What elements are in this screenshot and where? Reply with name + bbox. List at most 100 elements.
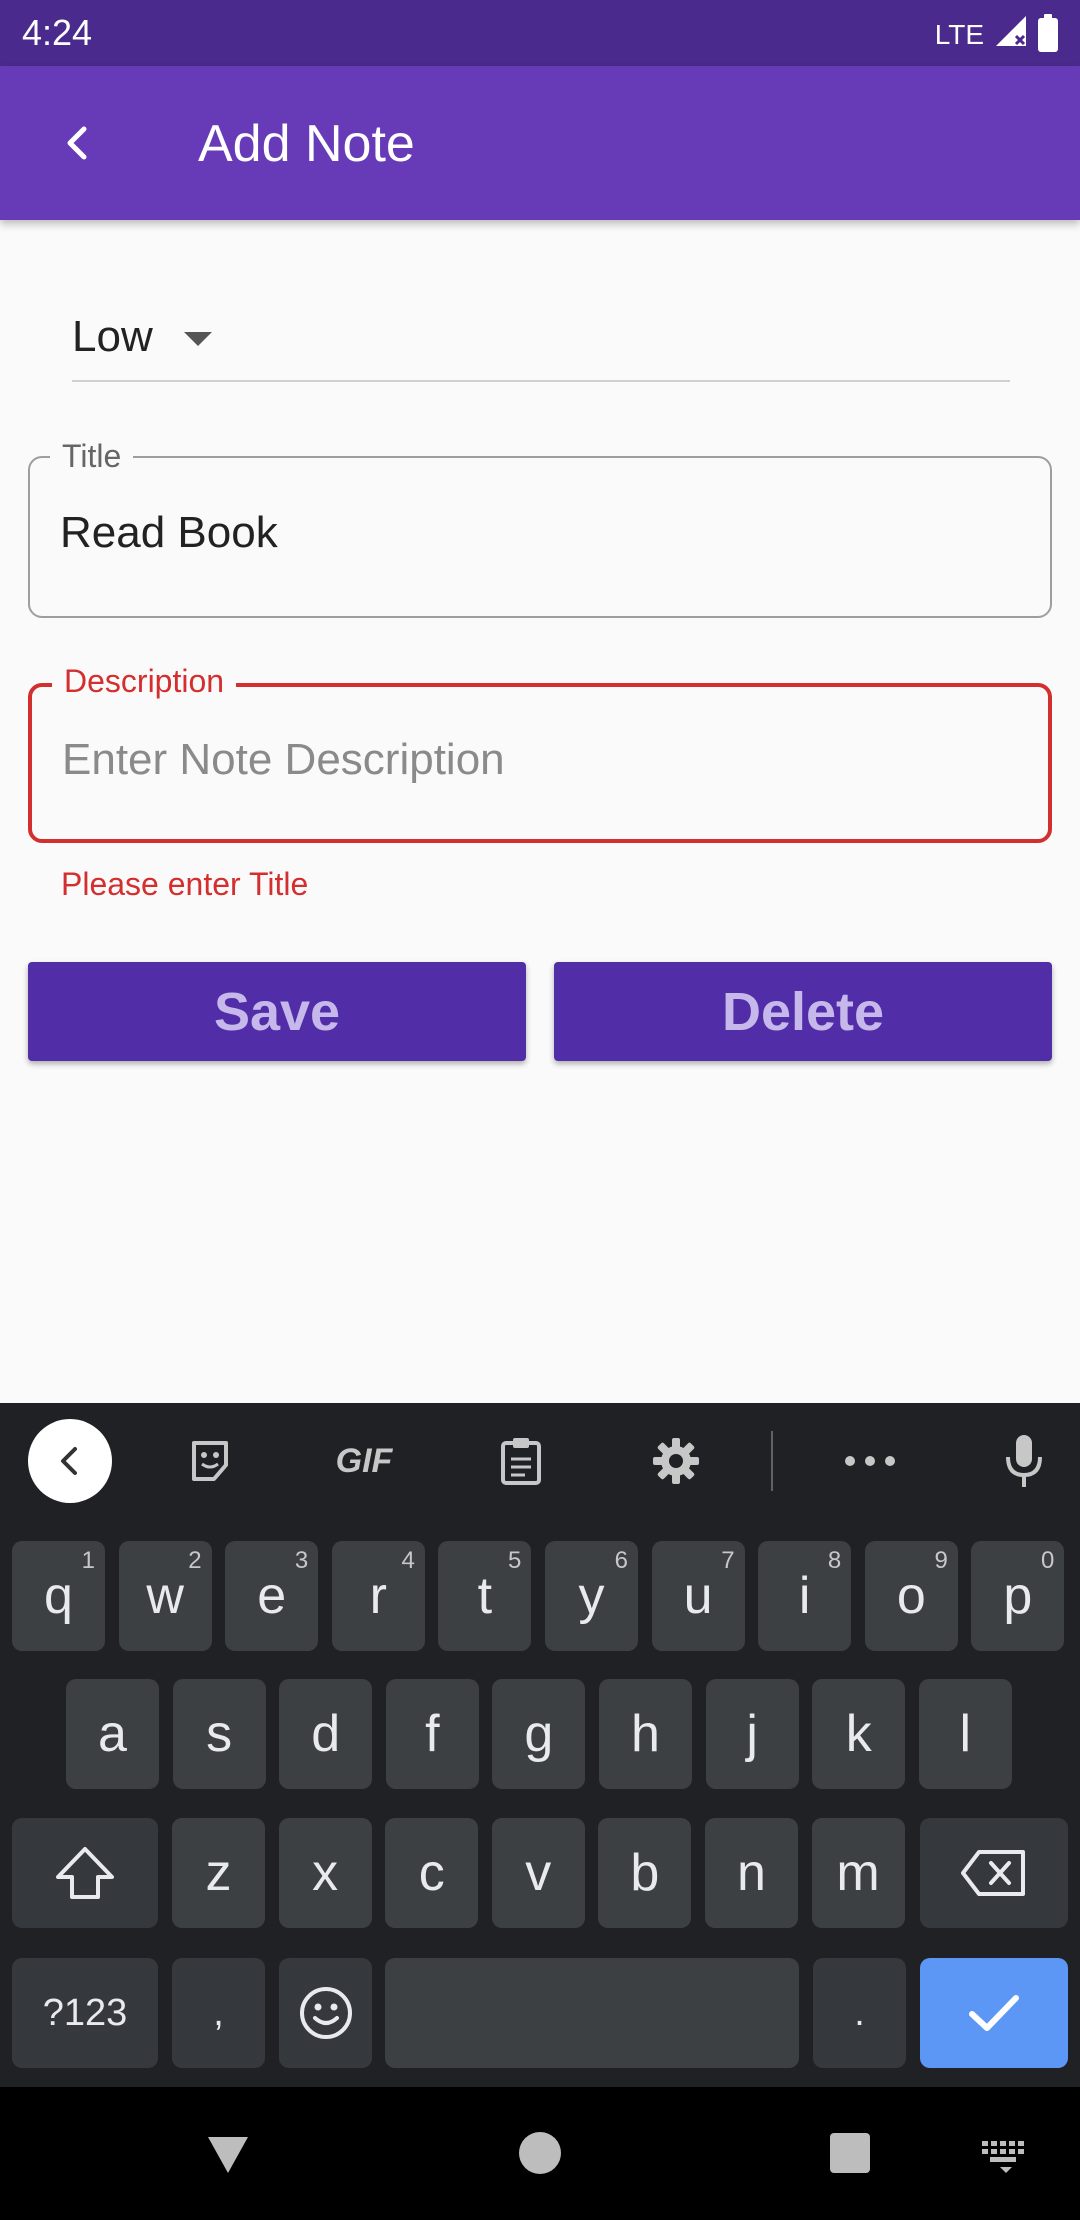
clipboard-button[interactable] <box>479 1419 563 1503</box>
key-p-label: p <box>1003 1567 1033 1625</box>
key-f-label: f <box>425 1705 440 1763</box>
comma-key[interactable]: , <box>172 1958 265 2068</box>
sticker-button[interactable] <box>168 1419 252 1503</box>
nav-home-button[interactable] <box>510 2123 570 2183</box>
save-button[interactable]: Save <box>28 962 526 1061</box>
emoji-key[interactable] <box>279 1958 372 2068</box>
key-b-label: b <box>630 1844 660 1902</box>
key-k-label: k <box>845 1705 872 1763</box>
key-j-label: j <box>746 1705 758 1763</box>
more-button[interactable] <box>828 1419 912 1503</box>
navigation-bar <box>0 2087 1080 2220</box>
status-bar: 4:24 LTE <box>0 0 1080 66</box>
period-key-label: . <box>854 1991 865 2034</box>
key-x-label: x <box>312 1844 339 1902</box>
shift-key[interactable] <box>12 1818 158 1928</box>
space-key[interactable] <box>385 1958 799 2068</box>
key-h-label: h <box>631 1705 660 1763</box>
key-y[interactable]: y6 <box>545 1541 638 1651</box>
key-k[interactable]: k <box>812 1679 906 1789</box>
done-key[interactable] <box>920 1958 1068 2068</box>
sticker-icon <box>192 1441 228 1481</box>
title-input[interactable] <box>60 508 1000 558</box>
key-w-label: w <box>146 1567 184 1625</box>
keyboard: GIF q1w2e3r4t5y6u7i8o9p0asdfghjklzxcvbnm… <box>0 1403 1080 2087</box>
key-i[interactable]: i8 <box>758 1541 852 1651</box>
back-arrow-icon <box>67 126 87 160</box>
priority-dropdown[interactable]: Low <box>72 300 1010 382</box>
nav-back-button[interactable] <box>198 2123 258 2183</box>
key-x[interactable]: x <box>278 1818 372 1928</box>
key-u-label: u <box>683 1567 713 1625</box>
key-o-hint: 9 <box>934 1547 948 1574</box>
title-field-label: Title <box>50 438 134 475</box>
key-l[interactable]: l <box>918 1679 1012 1789</box>
key-q-hint: 1 <box>81 1547 95 1574</box>
key-o-label: o <box>896 1567 926 1625</box>
key-n-label: n <box>737 1844 766 1902</box>
key-e-hint: 3 <box>294 1547 309 1574</box>
key-q-label: q <box>44 1567 73 1625</box>
backspace-key[interactable] <box>920 1818 1068 1928</box>
key-h[interactable]: h <box>599 1679 692 1789</box>
key-d[interactable]: d <box>279 1679 373 1789</box>
key-s[interactable]: s <box>172 1679 266 1789</box>
key-z-label: z <box>205 1844 232 1902</box>
key-m[interactable]: m <box>811 1818 905 1928</box>
key-j[interactable]: j <box>705 1679 799 1789</box>
key-r-hint: 4 <box>401 1547 415 1574</box>
emoji-icon <box>299 1987 352 2039</box>
battery-icon <box>1038 13 1058 52</box>
nav-home-icon <box>519 2132 561 2174</box>
key-e[interactable]: e3 <box>225 1541 319 1651</box>
clipboard-icon <box>501 1438 541 1485</box>
key-w[interactable]: w2 <box>118 1541 212 1651</box>
key-r[interactable]: r4 <box>331 1541 425 1651</box>
key-f[interactable]: f <box>385 1679 479 1789</box>
key-g[interactable]: g <box>492 1679 586 1789</box>
nav-recents-button[interactable] <box>820 2123 880 2183</box>
dropdown-caret-icon <box>184 332 212 346</box>
key-t[interactable]: t5 <box>438 1541 532 1651</box>
key-s-label: s <box>206 1705 233 1763</box>
key-u[interactable]: u7 <box>651 1541 745 1651</box>
priority-value: Low <box>72 312 153 361</box>
description-field-label: Description <box>52 663 237 700</box>
key-t-hint: 5 <box>508 1547 522 1574</box>
key-g-label: g <box>524 1705 554 1763</box>
voice-input-button[interactable] <box>982 1419 1066 1503</box>
back-button[interactable] <box>46 111 110 175</box>
key-i-hint: 8 <box>827 1547 842 1574</box>
key-p[interactable]: p0 <box>971 1541 1065 1651</box>
keyboard-switch-button[interactable] <box>976 2123 1036 2183</box>
title-field[interactable]: Title <box>28 438 1052 618</box>
key-c[interactable]: c <box>385 1818 479 1928</box>
key-b[interactable]: b <box>598 1818 692 1928</box>
keyboard-collapse-button[interactable] <box>28 1419 112 1503</box>
error-message: Please enter Title <box>61 866 309 902</box>
key-p-hint: 0 <box>1041 1547 1055 1574</box>
key-v[interactable]: v <box>491 1818 585 1928</box>
description-field[interactable]: Description <box>28 663 1052 843</box>
key-a-label: a <box>98 1705 127 1763</box>
key-n[interactable]: n <box>705 1818 798 1928</box>
backspace-icon <box>961 1850 1025 1896</box>
microphone-icon <box>1006 1435 1042 1487</box>
signal-icon <box>994 14 1028 55</box>
settings-button[interactable] <box>634 1419 718 1503</box>
key-a[interactable]: a <box>66 1679 159 1789</box>
key-y-hint: 6 <box>614 1547 628 1574</box>
period-key[interactable]: . <box>813 1958 906 2068</box>
symbols-key-label: ?123 <box>42 1991 128 2034</box>
key-v-label: v <box>525 1844 552 1902</box>
key-i-label: i <box>798 1567 811 1625</box>
network-type: LTE <box>934 18 984 50</box>
key-q[interactable]: q1 <box>12 1541 105 1651</box>
delete-button[interactable]: Delete <box>554 962 1052 1061</box>
symbols-key[interactable]: ?123 <box>12 1958 158 2068</box>
key-z[interactable]: z <box>172 1818 265 1928</box>
key-o[interactable]: o9 <box>864 1541 958 1651</box>
app-bar: Add Note <box>0 66 1080 220</box>
gif-button[interactable]: GIF <box>322 1419 406 1503</box>
description-input[interactable] <box>62 735 1002 785</box>
